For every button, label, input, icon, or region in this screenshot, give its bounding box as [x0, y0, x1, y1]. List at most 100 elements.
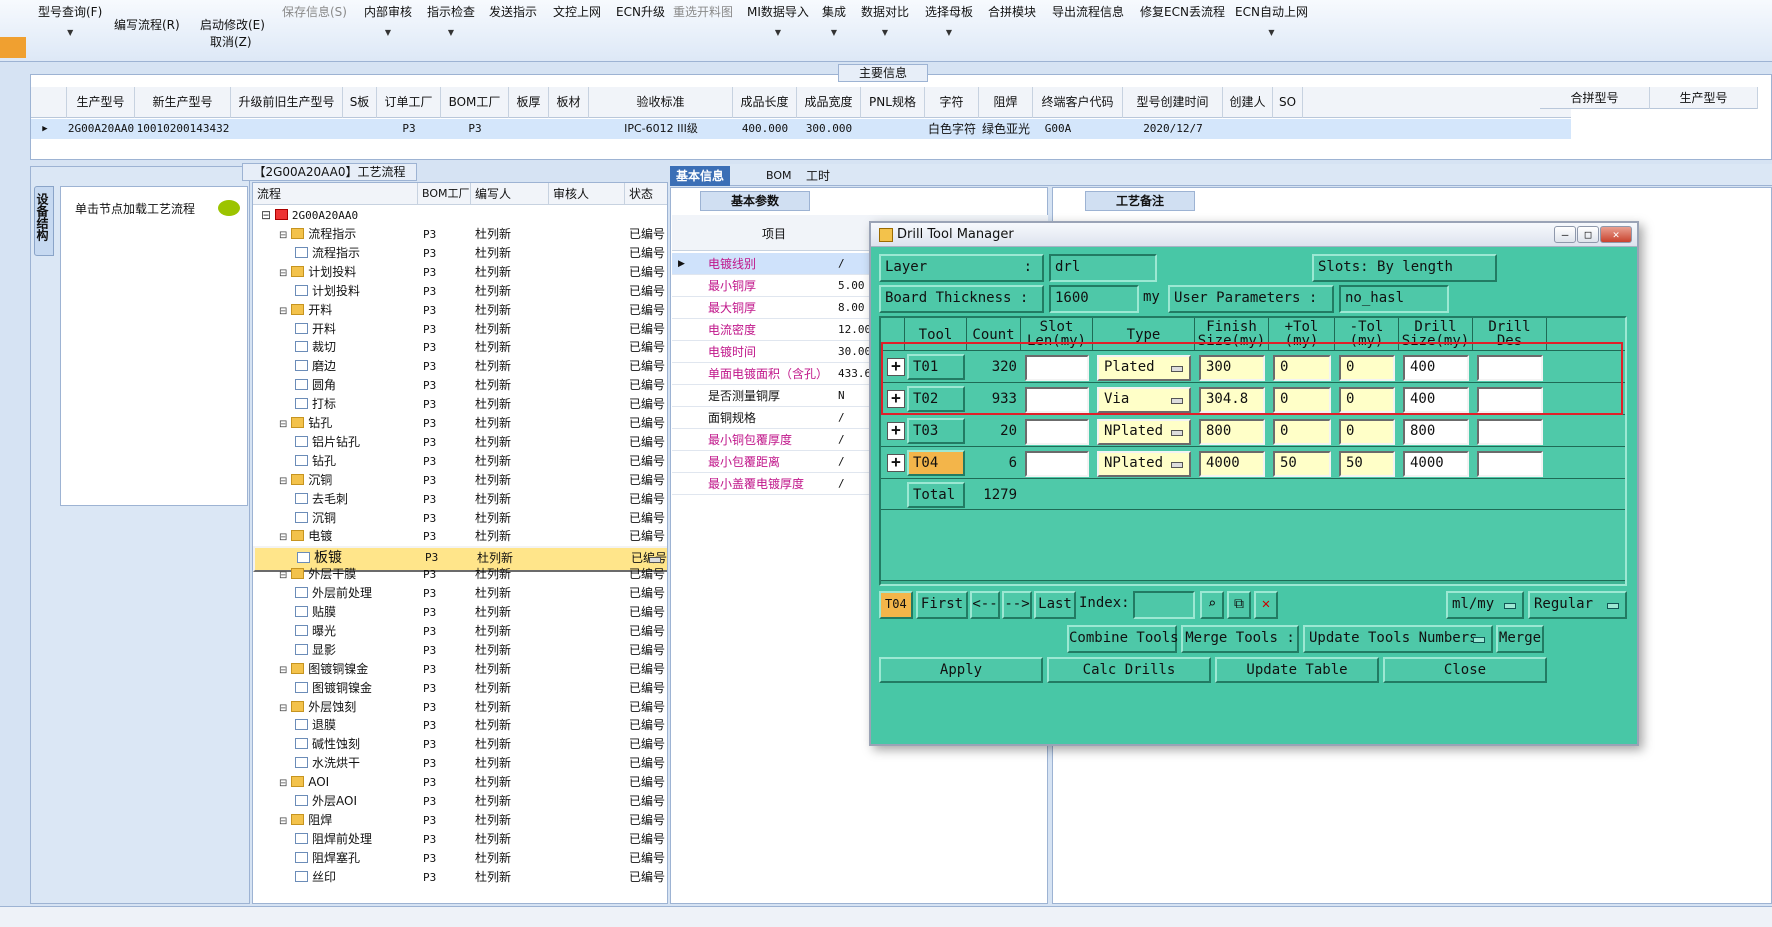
toolbar-cancel[interactable]: 取消(Z) — [210, 33, 252, 50]
col-header[interactable]: 终端客户代码 — [1033, 87, 1123, 118]
col-header[interactable]: 合拼型号 — [1540, 87, 1650, 109]
col-header[interactable]: 编写人 — [471, 183, 549, 205]
col-header[interactable]: 型号创建时间 — [1123, 87, 1223, 118]
maximize-icon[interactable]: □ — [1577, 226, 1599, 243]
col-header[interactable]: 成品长度 — [733, 87, 797, 118]
update-table-button[interactable]: Update Table — [1215, 657, 1379, 683]
toolbar-check[interactable]: 指示检查 ▼ — [427, 3, 475, 37]
tree-node[interactable]: 裁切 P3 杜列新 已编号 — [253, 338, 667, 357]
toolbar-compare[interactable]: 数据对比 ▼ — [861, 3, 909, 37]
col-header[interactable]: 阻焊 — [979, 87, 1033, 118]
tree-node[interactable]: 阻焊前处理 P3 杜列新 已编号 — [253, 830, 667, 849]
index-input[interactable] — [1133, 591, 1195, 619]
tree-node[interactable]: 贴膜 P3 杜列新 已编号 — [253, 603, 667, 622]
side-tab-device[interactable]: 设备结构 — [34, 186, 54, 256]
clear-icon[interactable]: ✕ — [1254, 591, 1278, 619]
tree-node[interactable]: 外层AOI P3 杜列新 已编号 — [253, 792, 667, 811]
apply-button[interactable]: Apply — [879, 657, 1043, 683]
col-header[interactable]: 状态 — [625, 183, 667, 205]
toolbar-select-mother[interactable]: 选择母板 ▼ — [925, 3, 973, 37]
tree-node[interactable]: 铝片钻孔 P3 杜列新 已编号 — [253, 433, 667, 452]
search-icon[interactable]: ⌕ — [1200, 591, 1224, 619]
tree-node[interactable]: 外层前处理 P3 杜列新 已编号 — [253, 584, 667, 603]
tree-node[interactable]: 曝光 P3 杜列新 已编号 — [253, 622, 667, 641]
col-header[interactable]: 成品宽度 — [797, 87, 861, 118]
tree-node[interactable]: 计划投料 P3 杜列新 已编号 — [253, 282, 667, 301]
tool-row[interactable]: + T03 20 NPlated 800 0 0 800 — [881, 414, 1625, 446]
expand-icon[interactable]: + — [887, 454, 905, 472]
process-memo-title[interactable]: 工艺备注 — [1085, 191, 1195, 211]
mode-selector[interactable]: Regular — [1528, 591, 1627, 619]
layer-value[interactable]: drl — [1049, 254, 1157, 282]
toolbar-doc-online[interactable]: 文控上网 — [553, 3, 601, 20]
close-icon[interactable]: ✕ — [1600, 226, 1632, 243]
toolbar-ecn-auto[interactable]: ECN自动上网 ▼ — [1235, 3, 1308, 37]
tree-node[interactable]: ⊟ 电镀 P3 杜列新 已编号 — [253, 527, 667, 546]
col-header[interactable]: SO — [1273, 87, 1303, 118]
tree-node[interactable]: 显影 P3 杜列新 已编号 — [253, 641, 667, 660]
thickness-input[interactable]: 1600 — [1049, 285, 1139, 313]
expand-icon[interactable]: + — [887, 422, 905, 440]
minus-tol-input[interactable]: 0 — [1339, 419, 1395, 445]
toolbar-mi-import[interactable]: MI数据导入 ▼ — [747, 3, 809, 37]
tree-root[interactable]: ⊟ 2G00A20AA0 — [253, 206, 667, 225]
dtm-titlebar[interactable]: Drill Tool Manager – □ ✕ — [871, 223, 1637, 247]
plus-tol-input[interactable]: 50 — [1273, 451, 1331, 477]
slots-selector[interactable]: Slots: By length — [1312, 254, 1497, 282]
tree-node[interactable]: 开料 P3 杜列新 已编号 — [253, 320, 667, 339]
tree-node[interactable]: 水洗烘干 P3 杜列新 已编号 — [253, 754, 667, 773]
tree-node[interactable]: 沉铜 P3 杜列新 已编号 — [253, 509, 667, 528]
toolbar-integrate[interactable]: 集成 ▼ — [822, 3, 846, 37]
tree-node[interactable]: ⊟ 阻焊 P3 杜列新 已编号 — [253, 811, 667, 830]
col-header[interactable]: 升级前旧生产型号 — [231, 87, 343, 118]
type-select[interactable]: NPlated — [1097, 451, 1191, 477]
flow-hint-text[interactable]: 单击节点加载工艺流程 — [75, 200, 195, 217]
merge-button[interactable]: Merge — [1496, 625, 1544, 653]
tree-node[interactable]: 图镀铜镍金 P3 杜列新 已编号 — [253, 679, 667, 698]
tree-node[interactable]: 阻焊塞孔 P3 杜列新 已编号 — [253, 849, 667, 868]
tree-node[interactable]: ⊟ 流程指示 P3 杜列新 已编号 — [253, 225, 667, 244]
col-header[interactable]: BOM工厂 — [441, 87, 509, 118]
h-scrollbar[interactable] — [881, 580, 1625, 584]
units-selector[interactable]: ml/my — [1446, 591, 1524, 619]
tab-bom[interactable]: BOM — [760, 166, 798, 186]
minimize-icon[interactable]: – — [1554, 226, 1576, 243]
tree-node[interactable]: 退膜 P3 杜列新 已编号 — [253, 716, 667, 735]
toolbar-send[interactable]: 发送指示 — [489, 3, 537, 20]
close-button[interactable]: Close — [1383, 657, 1547, 683]
slot-len-input[interactable] — [1025, 419, 1089, 445]
col-header[interactable]: 项目 — [762, 225, 786, 242]
col-header[interactable]: 板材 — [549, 87, 589, 118]
toolbar-model-query[interactable]: 型号查询(F) ▼ — [38, 3, 102, 37]
basic-params-title[interactable]: 基本参数 — [700, 191, 810, 211]
col-header[interactable]: S板 — [343, 87, 377, 118]
slot-len-input[interactable] — [1025, 451, 1089, 477]
col-header[interactable]: 验收标准 — [589, 87, 733, 118]
tab-hours[interactable]: 工时 — [800, 166, 836, 186]
tree-node[interactable]: 圆角 P3 杜列新 已编号 — [253, 376, 667, 395]
tree-node[interactable]: ⊟ 图镀铜镍金 P3 杜列新 已编号 — [253, 660, 667, 679]
tree-node[interactable]: ⊟ 开料 P3 杜列新 已编号 — [253, 301, 667, 320]
main-info-row[interactable]: ▶ 2G00A20AA0 10010200143432 P3 P3 IPC-60… — [31, 119, 1571, 139]
toolbar-internal-audit[interactable]: 内部审核 ▼ — [364, 3, 412, 37]
combine-tools-button[interactable]: Combine Tools — [1067, 625, 1179, 653]
type-select[interactable]: NPlated — [1097, 419, 1191, 445]
toolbar-repair-ecn[interactable]: 修复ECN丢流程 — [1140, 3, 1225, 20]
toolbar-merge-module[interactable]: 合拼模块 — [988, 3, 1036, 20]
toolbar-start-modify[interactable]: 启动修改(E) — [200, 16, 265, 33]
tree-node[interactable]: 打标 P3 杜列新 已编号 — [253, 395, 667, 414]
col-header[interactable]: 审核人 — [549, 183, 625, 205]
next-button[interactable]: --> — [1002, 591, 1032, 619]
tree-node[interactable]: ⊟ AOI P3 杜列新 已编号 — [253, 773, 667, 792]
col-header[interactable]: 创建人 — [1223, 87, 1273, 118]
tree-node[interactable]: 流程指示 P3 杜列新 已编号 — [253, 244, 667, 263]
col-header[interactable]: 订单工厂 — [377, 87, 441, 118]
col-header[interactable]: PNL规格 — [861, 87, 925, 118]
col-header[interactable]: 生产型号 — [67, 87, 135, 118]
toolbar-save-info[interactable]: 保存信息(S) — [282, 3, 347, 20]
minus-tol-input[interactable]: 50 — [1339, 451, 1395, 477]
tree-node[interactable]: 碱性蚀刻 P3 杜列新 已编号 — [253, 735, 667, 754]
toolbar-write-flow[interactable]: 编写流程(R) — [114, 16, 180, 33]
drill-size-input[interactable]: 800 — [1403, 419, 1469, 445]
col-header[interactable]: 流程 — [253, 183, 418, 205]
